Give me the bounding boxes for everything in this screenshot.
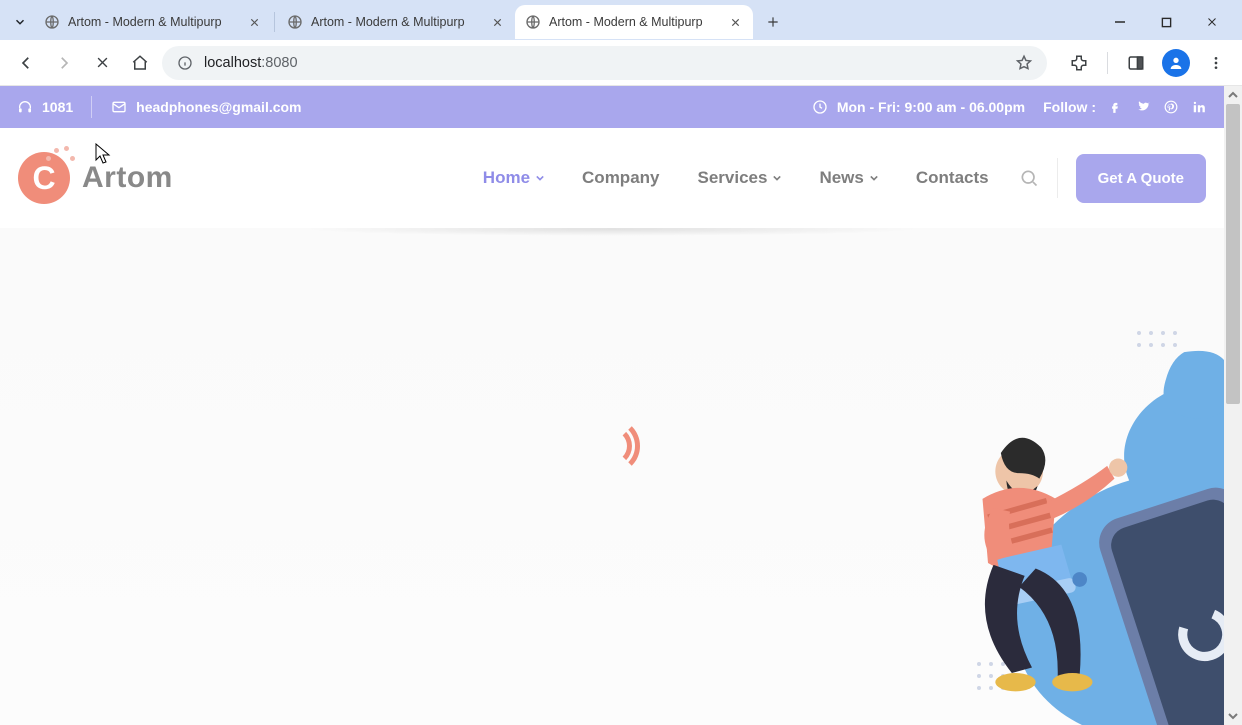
browser-tab-1[interactable]: Artom - Modern & Multipurp [34,5,272,39]
tab-search-button[interactable] [6,8,34,36]
twitter-icon[interactable] [1134,98,1152,116]
hero-section [0,228,1224,725]
site-info-icon[interactable] [176,54,194,72]
clock-icon [811,98,829,116]
scrollbar-track[interactable] [1224,104,1242,707]
close-icon[interactable] [246,14,262,30]
headphones-icon [16,98,34,116]
bookmark-button[interactable] [1015,54,1033,72]
stop-reload-button[interactable] [86,47,118,79]
site-header: C Artom Home Company Services [0,128,1224,228]
extensions-button[interactable] [1063,47,1095,79]
url-text: localhost:8080 [204,55,1005,71]
close-icon[interactable] [489,14,505,30]
search-button[interactable] [1019,168,1039,188]
get-quote-button[interactable]: Get A Quote [1076,154,1206,203]
loading-spinner-icon [584,418,640,474]
chevron-down-icon [773,174,781,182]
nav-services[interactable]: Services [698,168,782,188]
browser-tab-3[interactable]: Artom - Modern & Multipurp [515,5,753,39]
follow-label: Follow : [1043,99,1096,115]
email-link[interactable]: headphones@gmail.com [110,98,301,116]
scroll-up-button[interactable] [1224,86,1242,104]
shadow-decoration [300,228,924,236]
phone-link[interactable]: 1081 [16,98,73,116]
home-button[interactable] [124,47,156,79]
close-icon[interactable] [727,14,743,30]
address-bar[interactable]: localhost:8080 [162,46,1047,80]
browser-tab-2[interactable]: Artom - Modern & Multipurp [277,5,515,39]
new-tab-button[interactable] [759,8,787,36]
nav-news[interactable]: News [819,168,877,188]
window-close-button[interactable] [1198,8,1226,36]
separator [1107,52,1108,74]
email-text: headphones@gmail.com [136,99,301,115]
vertical-scrollbar[interactable] [1224,86,1242,725]
globe-icon [44,14,60,30]
tab-title: Artom - Modern & Multipurp [549,15,719,29]
nav-contacts[interactable]: Contacts [916,168,989,188]
site-topbar: 1081 headphones@gmail.com [0,86,1224,128]
logo[interactable]: C Artom [18,152,173,204]
nav-home[interactable]: Home [483,168,544,188]
hero-illustration [900,343,1224,725]
tab-title: Artom - Modern & Multipurp [68,15,238,29]
browser-toolbar: localhost:8080 [0,40,1242,86]
side-panel-button[interactable] [1120,47,1152,79]
chevron-down-icon [536,174,544,182]
nav-company[interactable]: Company [582,168,659,188]
linkedin-icon[interactable] [1190,98,1208,116]
window-maximize-button[interactable] [1152,8,1180,36]
main-nav: Home Company Services News Contacts [483,168,989,188]
profile-button[interactable] [1162,49,1190,77]
phone-text: 1081 [42,99,73,115]
scroll-down-button[interactable] [1224,707,1242,725]
window-minimize-button[interactable] [1106,8,1134,36]
separator [91,96,92,118]
tab-title: Artom - Modern & Multipurp [311,15,481,29]
chevron-down-icon [870,174,878,182]
brand-text: Artom [82,161,173,195]
globe-icon [525,14,541,30]
pinterest-icon[interactable] [1162,98,1180,116]
scrollbar-thumb[interactable] [1226,104,1240,404]
search-icon [1019,168,1039,188]
logo-mark-icon: C [18,152,70,204]
envelope-icon [110,98,128,116]
back-button[interactable] [10,47,42,79]
globe-icon [287,14,303,30]
chrome-menu-button[interactable] [1200,47,1232,79]
facebook-icon[interactable] [1106,98,1124,116]
tab-separator [274,12,275,32]
hours-text: Mon - Fri: 9:00 am - 06.00pm [811,98,1025,116]
tab-strip: Artom - Modern & Multipurp Artom - Moder… [0,0,1242,40]
separator [1057,158,1058,198]
forward-button[interactable] [48,47,80,79]
